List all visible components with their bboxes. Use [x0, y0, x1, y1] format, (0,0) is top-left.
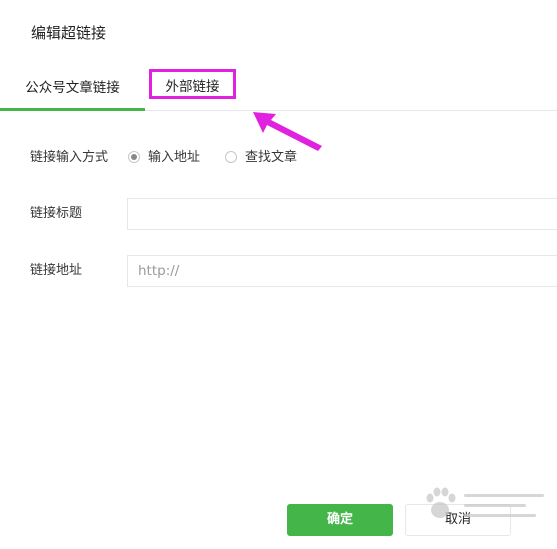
- edit-hyperlink-dialog: 编辑超链接 公众号文章链接 外部链接 链接输入方式 输入地址 查找文章 链接标题…: [0, 0, 557, 549]
- radio-enter-address[interactable]: 输入地址: [128, 148, 200, 168]
- link-title-row: 链接标题: [0, 198, 557, 230]
- link-url-input[interactable]: [127, 255, 557, 287]
- radio-unchecked-icon[interactable]: [225, 150, 237, 163]
- tab-external-link[interactable]: 外部链接: [149, 69, 236, 99]
- radio-checked-icon[interactable]: [128, 150, 140, 163]
- tab-bar: 公众号文章链接 外部链接: [0, 66, 557, 111]
- paw-icon: [426, 487, 544, 518]
- link-title-label: 链接标题: [30, 206, 83, 221]
- arrow-icon: [253, 112, 322, 151]
- tab-wechat-article[interactable]: 公众号文章链接: [0, 66, 145, 111]
- confirm-button[interactable]: 确定: [287, 504, 393, 536]
- active-tab-indicator: [0, 108, 145, 111]
- input-method-label: 链接输入方式: [30, 150, 109, 165]
- radio-find-article-label: 查找文章: [245, 150, 298, 165]
- tab-external-link-label: 外部链接: [165, 79, 220, 95]
- input-method-row: 链接输入方式 输入地址 查找文章: [0, 148, 557, 168]
- dialog-title: 编辑超链接: [31, 24, 107, 42]
- link-title-input[interactable]: [127, 198, 557, 230]
- tab-wechat-article-label: 公众号文章链接: [25, 80, 120, 96]
- link-url-row: 链接地址: [0, 255, 557, 287]
- link-url-label: 链接地址: [30, 263, 83, 278]
- radio-find-article[interactable]: 查找文章: [225, 148, 297, 168]
- radio-enter-address-label: 输入地址: [148, 150, 201, 165]
